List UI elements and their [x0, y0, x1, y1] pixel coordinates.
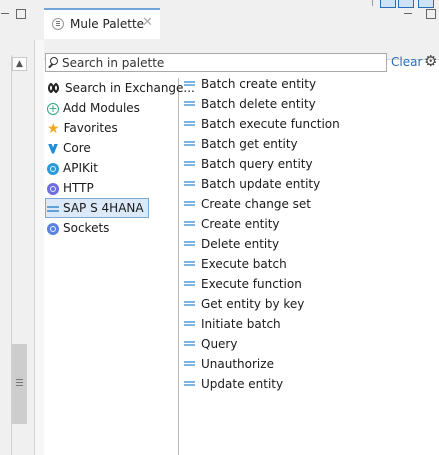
operation-item[interactable]: Create change set	[184, 194, 311, 214]
category-label: APIKit	[63, 161, 98, 175]
category-label: Core	[63, 141, 91, 155]
perspective-icon[interactable]	[418, 0, 434, 8]
operation-item[interactable]: Update entity	[184, 374, 283, 394]
scroll-up-icon[interactable]: ▲	[12, 57, 27, 71]
star-icon: ★	[47, 120, 60, 137]
palette-icon	[52, 18, 64, 30]
category-sockets[interactable]: Sockets	[46, 219, 109, 239]
category-sap-s4hana[interactable]: SAP S 4HANA	[45, 198, 149, 218]
http-icon	[47, 182, 59, 195]
minimize-icon[interactable]	[1, 13, 9, 14]
tab-title: Mule Palette	[70, 17, 145, 31]
operation-icon	[184, 341, 195, 346]
list-divider	[178, 78, 179, 455]
operation-item[interactable]: Execute batch	[184, 254, 287, 274]
sap-connector-icon	[47, 205, 59, 212]
operation-icon	[184, 321, 195, 326]
operation-item[interactable]: Batch update entity	[184, 174, 320, 194]
core-icon	[47, 143, 59, 155]
search-box[interactable]	[45, 53, 387, 72]
operation-icon	[184, 261, 195, 266]
operation-item[interactable]: Initiate batch	[184, 314, 281, 334]
category-label: Favorites	[63, 121, 118, 135]
operation-icon	[184, 101, 195, 106]
maximize-icon[interactable]	[16, 9, 26, 19]
operation-icon	[184, 181, 195, 186]
operation-item[interactable]: Query	[184, 334, 237, 354]
category-http[interactable]: HTTP	[46, 179, 94, 199]
operation-item[interactable]: Delete entity	[184, 234, 279, 254]
operation-item[interactable]: Batch execute function	[184, 114, 340, 134]
category-label: Search in Exchange...	[65, 81, 195, 95]
category-core[interactable]: Core	[46, 139, 91, 159]
perspective-icon[interactable]	[398, 0, 414, 8]
search-input[interactable]	[62, 54, 382, 71]
operation-icon	[184, 241, 195, 246]
maximize-icon[interactable]	[426, 9, 436, 19]
operation-icon	[184, 141, 195, 146]
search-icon	[50, 57, 58, 65]
category-label: HTTP	[63, 181, 94, 195]
sockets-icon	[47, 222, 59, 235]
operation-item[interactable]: Batch delete entity	[184, 94, 316, 114]
operation-icon	[184, 81, 195, 86]
toolbar-separator	[372, 0, 373, 6]
category-search-exchange[interactable]: Search in Exchange...	[46, 79, 195, 99]
operation-icon	[184, 221, 195, 226]
operation-item[interactable]: Batch create entity	[184, 74, 316, 94]
operation-icon	[184, 301, 195, 306]
category-label: Add Modules	[63, 101, 140, 115]
exchange-icon	[47, 84, 61, 94]
category-apikit[interactable]: APIKit	[46, 159, 98, 179]
category-label: Sockets	[63, 221, 110, 235]
operation-item[interactable]: Create entity	[184, 214, 280, 234]
category-label: SAP S 4HANA	[63, 201, 144, 215]
apikit-icon	[47, 162, 59, 175]
perspective-icon[interactable]	[380, 0, 396, 8]
operation-icon	[184, 281, 195, 286]
operation-item[interactable]: Get entity by key	[184, 294, 304, 314]
operation-item[interactable]: Execute function	[184, 274, 302, 294]
gear-icon[interactable]: ⚙	[424, 54, 437, 69]
operation-icon	[184, 361, 195, 366]
clear-link[interactable]: Clear	[391, 55, 422, 69]
operation-item[interactable]: Batch query entity	[184, 154, 313, 174]
operation-icon	[184, 121, 195, 126]
grip-icon	[16, 379, 23, 386]
close-icon[interactable]: ✕	[142, 15, 153, 30]
panel-divider[interactable]	[34, 40, 44, 455]
tab-mule-palette[interactable]: Mule Palette ✕	[44, 8, 160, 39]
category-add-modules[interactable]: + Add Modules	[46, 99, 140, 119]
operation-icon	[184, 161, 195, 166]
operation-item[interactable]: Unauthorize	[184, 354, 274, 374]
operation-item[interactable]: Batch get entity	[184, 134, 298, 154]
operation-icon	[184, 201, 195, 206]
minimize-icon[interactable]	[404, 13, 412, 14]
category-favorites[interactable]: ★ Favorites	[46, 119, 118, 139]
add-circle-icon: +	[47, 101, 59, 115]
operation-icon	[184, 381, 195, 386]
